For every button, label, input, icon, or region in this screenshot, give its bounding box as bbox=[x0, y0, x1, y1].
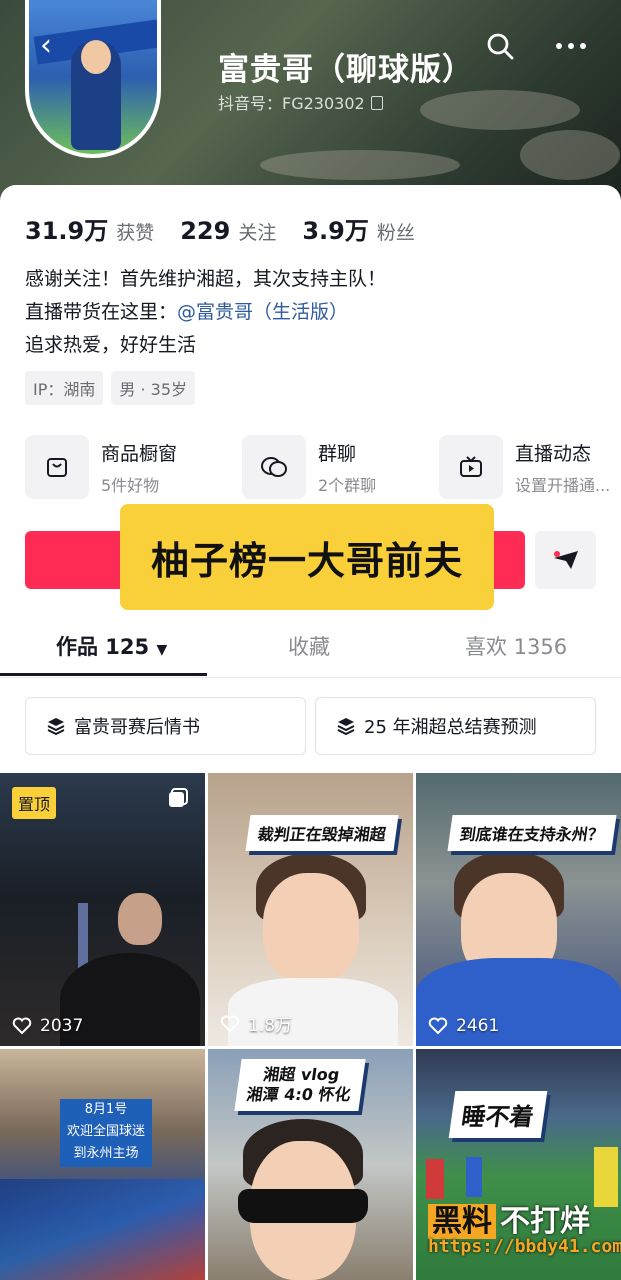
bio-line-prefix: 直播带货在这里： bbox=[25, 301, 178, 323]
likes-count[interactable]: 31.9万 bbox=[25, 211, 108, 246]
shop-bag-icon bbox=[25, 435, 89, 499]
video-caption-line: 到永州主场 bbox=[73, 1146, 139, 1161]
followers-label: 粉丝 bbox=[376, 222, 415, 244]
avatar[interactable] bbox=[25, 0, 161, 158]
douyin-id-text: 抖音号：FG230302 bbox=[218, 94, 365, 113]
thumbnail-person bbox=[118, 893, 162, 945]
tab-likes[interactable]: 喜欢 1356 bbox=[465, 631, 567, 661]
service-subtitle: 5件好物 bbox=[101, 475, 160, 495]
more-icon[interactable] bbox=[556, 40, 586, 52]
service-title: 直播动态 bbox=[515, 442, 592, 465]
watermark: 黑料 不打烊 https://bbdy41.com bbox=[428, 1196, 621, 1266]
profile-body: 31.9万 获赞 229 关注 3.9万 粉丝 感谢关注！首先维护湘超，其次支持… bbox=[0, 185, 621, 1280]
tab-favorites[interactable]: 收藏 bbox=[288, 631, 330, 661]
background-rock bbox=[520, 130, 620, 180]
bio-line: 追求热爱，好好生活 bbox=[25, 334, 197, 356]
tab-works-label: 作品 125 bbox=[56, 635, 150, 659]
thumbnail-face bbox=[263, 873, 359, 983]
sunglasses-icon bbox=[238, 1189, 368, 1223]
video-caption: 睡不着 bbox=[448, 1091, 548, 1138]
service-row: 商品橱窗 5件好物 群聊 2个群聊 直播动态设置开播通... bbox=[25, 435, 621, 501]
video-thumbnail[interactable]: 置顶 2037 bbox=[0, 773, 205, 1046]
background-rock bbox=[420, 90, 580, 130]
heart-icon bbox=[220, 1015, 240, 1032]
nickname: 富贵哥（聊球版） bbox=[218, 52, 474, 88]
video-likes-count: 1.8万 bbox=[248, 1016, 293, 1036]
service-shop-window[interactable]: 商品橱窗 5件好物 bbox=[25, 435, 177, 499]
video-caption-block: 8月1号 欢迎全国球迷 到永州主场 bbox=[60, 1099, 152, 1167]
heart-icon bbox=[12, 1017, 32, 1035]
watermark-url: https://bbdy41.com bbox=[428, 1236, 621, 1257]
video-caption-block: 湘超 vlog 湘潭 4:0 怀化 bbox=[234, 1059, 366, 1111]
mention-link[interactable]: @富贵哥（生活版） bbox=[177, 301, 348, 323]
chat-bubbles-icon bbox=[242, 435, 306, 499]
share-button[interactable] bbox=[535, 531, 596, 589]
likes-label: 获赞 bbox=[116, 222, 155, 244]
copy-icon[interactable] bbox=[370, 96, 383, 110]
video-caption-line: 湘超 vlog bbox=[262, 1065, 341, 1084]
tab-underline bbox=[0, 673, 207, 676]
video-likes: 2037 bbox=[12, 1016, 83, 1036]
pinned-badge: 置顶 bbox=[12, 787, 57, 819]
bio-line: 直播带货在这里：@富贵哥（生活版） bbox=[25, 296, 386, 329]
video-caption-line: 8月1号 bbox=[84, 1102, 128, 1117]
followers-count[interactable]: 3.9万 bbox=[302, 211, 369, 246]
watermark-part2: 不打烊 bbox=[500, 1204, 590, 1239]
service-title: 商品橱窗 bbox=[101, 442, 178, 465]
collection-row: 富贵哥赛后情书 25 年湘超总结赛预测 bbox=[25, 697, 596, 755]
collection-label: 富贵哥赛后情书 bbox=[74, 717, 200, 738]
tab-works[interactable]: 作品 125 ▼ bbox=[56, 631, 167, 661]
video-likes-count: 2461 bbox=[456, 1016, 500, 1036]
video-thumbnail[interactable]: 到底谁在支持永州？ 2461 bbox=[416, 773, 621, 1046]
profile-tags: IP：湖南 男 · 35岁 bbox=[25, 371, 195, 405]
send-icon bbox=[553, 551, 578, 569]
following-count[interactable]: 229 bbox=[180, 217, 230, 245]
video-thumbnail[interactable]: 8月1号 欢迎全国球迷 到永州主场 bbox=[0, 1049, 205, 1280]
layers-icon bbox=[337, 718, 355, 736]
following-label: 关注 bbox=[238, 222, 277, 244]
service-subtitle: 设置开播通... bbox=[515, 475, 611, 495]
video-caption: 到底谁在支持永州？ bbox=[447, 815, 617, 851]
tv-icon bbox=[439, 435, 503, 499]
layers-icon bbox=[47, 718, 65, 736]
thumbnail-flags bbox=[0, 1179, 205, 1280]
video-likes: 2461 bbox=[428, 1016, 499, 1036]
back-icon[interactable]: ‹ bbox=[40, 31, 62, 61]
video-thumbnail[interactable]: 湘超 vlog 湘潭 4:0 怀化 bbox=[208, 1049, 413, 1280]
collection-label: 25 年湘超总结赛预测 bbox=[364, 717, 537, 738]
multi-image-icon bbox=[169, 788, 188, 807]
video-likes: 1.8万 bbox=[220, 1011, 292, 1036]
avatar-head bbox=[81, 40, 111, 74]
gender-age-tag: 男 · 35岁 bbox=[111, 371, 195, 405]
video-caption-line: 湘潭 4:0 怀化 bbox=[245, 1085, 352, 1104]
search-icon[interactable] bbox=[486, 32, 514, 60]
collection-chip[interactable]: 富贵哥赛后情书 bbox=[25, 697, 306, 755]
thumbnail-player bbox=[426, 1159, 444, 1199]
overlay-caption: 柚子榜一大哥前夫 bbox=[120, 504, 494, 610]
service-title: 群聊 bbox=[318, 442, 357, 465]
stats-row: 31.9万 获赞 229 关注 3.9万 粉丝 bbox=[25, 211, 441, 246]
bio-line: 感谢关注！首先维护湘超，其次支持主队！ bbox=[25, 268, 387, 290]
video-likes-count: 2037 bbox=[40, 1016, 84, 1036]
video-thumbnail[interactable]: 裁判正在毁掉湘超 1.8万 bbox=[208, 773, 413, 1046]
watermark-part1: 黑料 bbox=[428, 1204, 496, 1239]
heart-icon bbox=[428, 1017, 448, 1035]
bio: 感谢关注！首先维护湘超，其次支持主队！ 直播带货在这里：@富贵哥（生活版） 追求… bbox=[25, 263, 386, 362]
thumbnail-player bbox=[466, 1157, 482, 1197]
caret-down-icon: ▼ bbox=[156, 642, 168, 658]
collection-chip[interactable]: 25 年湘超总结赛预测 bbox=[315, 697, 596, 755]
service-group-chat[interactable]: 群聊 2个群聊 bbox=[242, 435, 376, 499]
video-caption: 裁判正在毁掉湘超 bbox=[245, 815, 399, 851]
ip-tag: IP：湖南 bbox=[25, 371, 104, 405]
video-caption-line: 欢迎全国球迷 bbox=[66, 1124, 145, 1139]
background-rock bbox=[260, 150, 460, 180]
douyin-id[interactable]: 抖音号：FG230302 bbox=[218, 90, 383, 114]
service-live-updates[interactable]: 直播动态设置开播通... bbox=[439, 435, 610, 499]
content-tabs: 作品 125 ▼ 收藏 喜欢 1356 bbox=[0, 621, 621, 678]
service-subtitle: 2个群聊 bbox=[318, 475, 377, 495]
watermark-title: 黑料 不打烊 bbox=[428, 1196, 590, 1240]
